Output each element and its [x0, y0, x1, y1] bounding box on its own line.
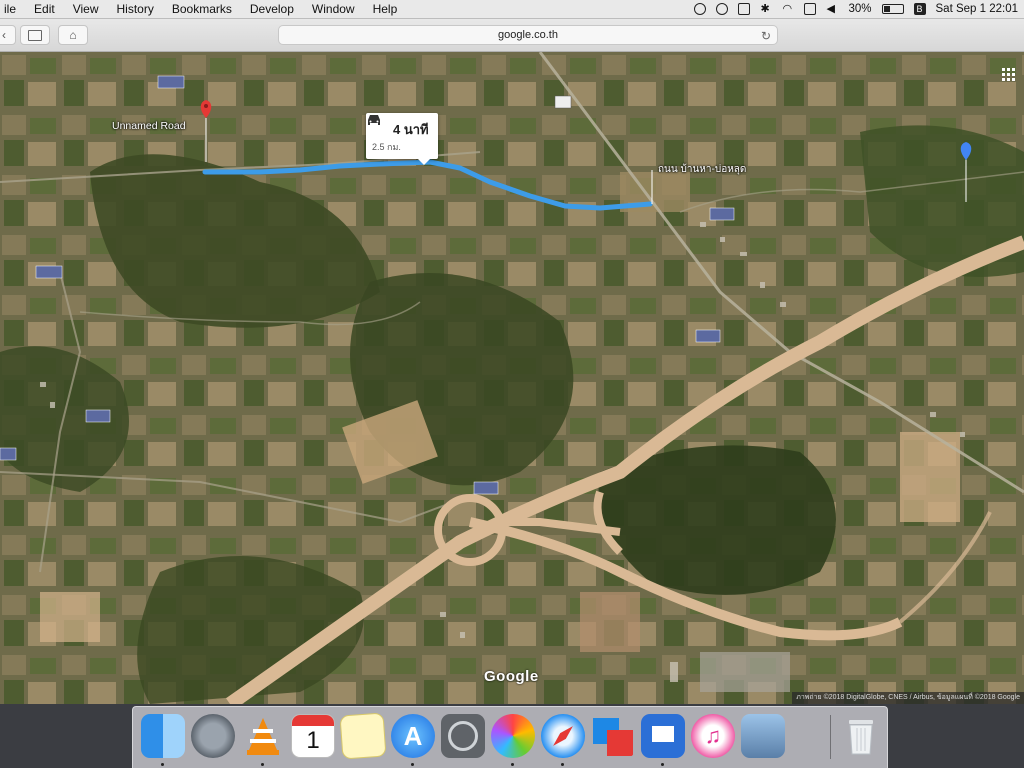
airplay-icon[interactable]	[804, 3, 817, 15]
vlc-running-indicator	[261, 763, 264, 766]
screen-share-icon[interactable]	[738, 3, 751, 15]
home-icon: ⌂	[69, 28, 77, 42]
menu-history[interactable]: History	[108, 0, 163, 18]
app-menu: ile Edit View History Bookmarks Develop …	[0, 0, 406, 18]
route-info-card[interactable]: 4 นาที 2.5 กม.	[366, 113, 438, 165]
notes-icon[interactable]	[339, 712, 387, 760]
menu-help[interactable]: Help	[364, 0, 407, 18]
car-icon	[368, 115, 380, 125]
photos-running-indicator	[511, 763, 514, 766]
sidebar-icon	[28, 29, 42, 41]
time-machine-icon[interactable]	[694, 3, 707, 15]
dock: 1 A ♫	[132, 706, 888, 768]
keynote-slide	[652, 726, 674, 742]
menu-bar: ile Edit View History Bookmarks Develop …	[0, 0, 1024, 19]
reload-icon[interactable]: ↻	[761, 27, 771, 45]
map-attribution: ภาพถ่าย ©2018 DigitalGlobe, CNES / Airbu…	[792, 692, 1024, 704]
app-store-icon[interactable]: A	[391, 714, 435, 758]
menu-develop[interactable]: Develop	[241, 0, 303, 18]
google-logo: Google	[484, 668, 539, 685]
battery-icon[interactable]	[881, 4, 904, 14]
menu-view[interactable]: View	[64, 0, 108, 18]
browser-toolbar: ‹ ⌂ google.co.th ↻	[0, 19, 1024, 52]
safari-icon[interactable]	[541, 714, 585, 758]
bluetooth-icon[interactable]: ✱	[760, 3, 772, 15]
menu-edit[interactable]: Edit	[25, 0, 64, 18]
origin-label[interactable]: Unnamed Road	[112, 120, 186, 132]
menu-window[interactable]: Window	[303, 0, 364, 18]
gear-icon	[448, 721, 478, 751]
preview-icon[interactable]	[741, 714, 785, 758]
address-bar[interactable]: google.co.th ↻	[278, 25, 778, 45]
calendar-icon[interactable]: 1	[291, 714, 335, 758]
keynote-icon[interactable]	[641, 714, 685, 758]
music-note-icon: ♫	[704, 723, 722, 748]
wifi-icon[interactable]: ◠	[782, 3, 794, 15]
launchpad-icon[interactable]	[191, 714, 235, 758]
finder-icon[interactable]	[141, 714, 185, 758]
satellite-imagery	[0, 52, 1024, 704]
itunes-icon[interactable]: ♫	[691, 714, 735, 758]
calendar-header	[292, 715, 334, 726]
menu-bookmarks[interactable]: Bookmarks	[163, 0, 241, 18]
apps-grid-icon[interactable]	[1002, 68, 1016, 82]
system-preferences-icon[interactable]	[441, 714, 485, 758]
url-text: google.co.th	[498, 29, 558, 41]
route-duration: 4 นาที	[393, 122, 429, 137]
app-store-running-indicator	[411, 763, 414, 766]
photos-icon[interactable]	[491, 714, 535, 758]
sidebar-button[interactable]	[20, 25, 50, 45]
back-button[interactable]: ‹	[0, 25, 16, 45]
status-area: ✱ ◠ ◀ 30% B Sat Sep 1 22:01	[694, 0, 1018, 18]
destination-label[interactable]: ถนน บ้านหา-บ่อหลุด	[658, 162, 746, 177]
calendar-day: 1	[306, 727, 320, 754]
volume-icon[interactable]: ◀	[826, 3, 838, 15]
battery-percent: 30%	[848, 3, 872, 15]
map-view[interactable]: Unnamed Road ถนน บ้านหา-บ่อหลุด 4 นาที 2…	[0, 52, 1024, 704]
app-store-glyph: A	[403, 721, 423, 751]
finder-running-indicator	[161, 763, 164, 766]
user-menu-icon[interactable]: B	[913, 3, 926, 15]
vlc-icon[interactable]	[241, 714, 285, 758]
trash-icon[interactable]	[839, 714, 883, 758]
route-distance: 2.5 กม.	[372, 142, 401, 152]
menu-file[interactable]: ile	[0, 0, 25, 18]
keynote-running-indicator	[661, 763, 664, 766]
sync-icon[interactable]	[716, 3, 729, 15]
dock-divider	[830, 715, 831, 759]
parallels-icon[interactable]	[591, 714, 635, 758]
safari-running-indicator	[561, 763, 564, 766]
clock[interactable]: Sat Sep 1 22:01	[936, 3, 1018, 15]
home-button[interactable]: ⌂	[58, 25, 88, 45]
